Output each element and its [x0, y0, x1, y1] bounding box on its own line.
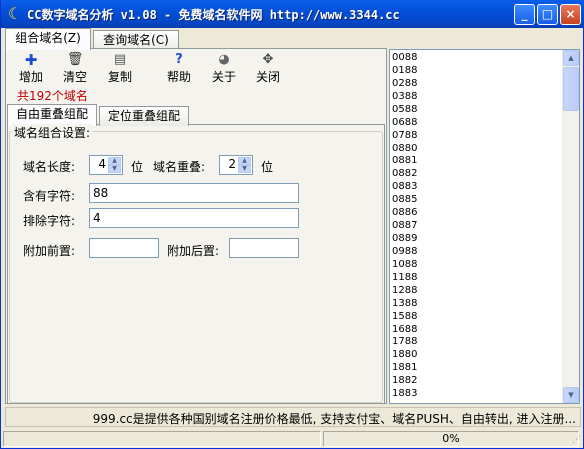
about-button-label: 关于 — [211, 70, 236, 84]
help-icon: ? — [175, 52, 183, 67]
exit-button[interactable]: ✥ 关闭 — [248, 52, 288, 85]
resize-grip-icon[interactable]: ⋰ — [569, 434, 581, 446]
list-item[interactable]: 1288 — [392, 285, 417, 297]
overlap-stepper[interactable]: 2 ▲ ▼ — [219, 155, 253, 175]
list-item[interactable]: 0880 — [392, 143, 417, 155]
progress-status: 0% — [323, 431, 579, 447]
tab-query-domains[interactable]: 查询域名(C) — [93, 30, 179, 50]
settings-group-title: 域名组合设置: — [12, 124, 93, 141]
stepper-up-icon[interactable]: ▲ — [238, 157, 251, 165]
exit-icon: ✥ — [262, 52, 274, 67]
list-item[interactable]: 0088 — [392, 52, 417, 64]
list-item[interactable]: 1388 — [392, 298, 417, 310]
list-item[interactable]: 1882 — [392, 375, 417, 387]
close-button[interactable]: × — [560, 4, 581, 25]
maximize-button[interactable]: □ — [537, 4, 558, 25]
list-item[interactable]: 0288 — [392, 78, 417, 90]
domain-listbox[interactable]: 0088 0188 0288 0388 0588 0688 0788 0880 0881 0882… — [389, 49, 580, 404]
overlap-value: 2 — [228, 157, 236, 171]
moon-icon: ☾ — [7, 4, 23, 23]
list-item[interactable]: 1588 — [392, 311, 417, 323]
list-item[interactable]: 1880 — [392, 349, 417, 361]
exclude-label: 排除字符: — [23, 214, 76, 228]
stepper-up-icon[interactable]: ▲ — [108, 157, 121, 165]
list-item[interactable]: 0886 — [392, 207, 417, 219]
about-icon: ◕ — [218, 52, 230, 67]
prefix-label: 附加前置: — [23, 244, 76, 258]
marquee-text: 999.cc是提供各种国别域名注册价格最低, 支持支付宝、域名PUSH、自由转出… — [92, 412, 576, 426]
window-title: CC数字域名分析 v1.08 - 免费域名软件网 http://www.3344… — [27, 8, 400, 22]
scroll-thumb[interactable] — [563, 67, 579, 111]
list-scrollbar[interactable]: ▲ ▼ — [562, 50, 579, 403]
tab-position-overlap[interactable]: 定位重叠组配 — [99, 106, 189, 126]
list-item[interactable]: 1881 — [392, 362, 417, 374]
document-icon: ▤ — [113, 52, 127, 67]
scroll-up-icon[interactable]: ▲ — [563, 50, 579, 66]
copy-button[interactable]: ▤ 复制 — [100, 52, 140, 85]
exit-button-label: 关闭 — [255, 70, 280, 84]
tab-combine-domains[interactable]: 组合域名(Z) — [5, 28, 91, 50]
add-button[interactable]: ✚ 增加 — [11, 52, 51, 85]
list-item[interactable]: 0883 — [392, 181, 417, 193]
overlap-label: 域名重叠: — [153, 160, 206, 174]
list-item[interactable]: 0988 — [392, 246, 417, 258]
contains-label: 含有字符: — [23, 189, 76, 203]
contains-input[interactable]: 88 — [89, 183, 299, 203]
domain-count: 共192个域名 — [17, 89, 88, 103]
suffix-label: 附加后置: — [167, 244, 220, 258]
list-item[interactable]: 0885 — [392, 194, 417, 206]
scroll-down-icon[interactable]: ▼ — [563, 387, 579, 403]
copy-button-label: 复制 — [107, 70, 132, 84]
status-cell-main — [3, 431, 321, 447]
list-item[interactable]: 1688 — [392, 324, 417, 336]
help-button-label: 帮助 — [166, 70, 191, 84]
list-item[interactable]: 0388 — [392, 91, 417, 103]
about-button[interactable]: ◕ 关于 — [204, 52, 244, 85]
list-item[interactable]: 0889 — [392, 233, 417, 245]
clear-button[interactable]: 🗑 清空 — [55, 52, 95, 85]
length-unit: 位 — [131, 160, 144, 174]
list-item[interactable]: 0188 — [392, 65, 417, 77]
add-button-label: 增加 — [18, 70, 43, 84]
title-bar[interactable]: ☾ CC数字域名分析 v1.08 - 免费域名软件网 http://www.33… — [1, 0, 584, 28]
list-item[interactable]: 1883 — [392, 388, 417, 400]
exclude-input[interactable]: 4 — [89, 208, 299, 228]
list-item[interactable]: 0881 — [392, 155, 417, 167]
list-item[interactable]: 0788 — [392, 130, 417, 142]
tab-free-overlap[interactable]: 自由重叠组配 — [7, 104, 97, 126]
list-item[interactable]: 0887 — [392, 220, 417, 232]
list-item[interactable]: 0688 — [392, 117, 417, 129]
help-button[interactable]: ? 帮助 — [159, 52, 199, 85]
list-item[interactable]: 1788 — [392, 336, 417, 348]
suffix-input[interactable] — [229, 238, 299, 258]
minimize-button[interactable]: _ — [514, 4, 535, 25]
overlap-unit: 位 — [261, 160, 274, 174]
app-window: ☾ CC数字域名分析 v1.08 - 免费域名软件网 http://www.33… — [0, 0, 584, 449]
stepper-down-icon[interactable]: ▼ — [238, 165, 251, 173]
plus-icon: ✚ — [24, 51, 38, 69]
length-label: 域名长度: — [23, 160, 76, 174]
list-item[interactable]: 1188 — [392, 272, 417, 284]
clear-button-label: 清空 — [62, 70, 87, 84]
stepper-down-icon[interactable]: ▼ — [108, 165, 121, 173]
list-item[interactable]: 1088 — [392, 259, 417, 271]
list-item[interactable]: 0882 — [392, 168, 417, 180]
trash-icon: 🗑 — [66, 52, 84, 67]
length-value: 4 — [98, 157, 106, 171]
prefix-input[interactable] — [89, 238, 159, 258]
status-bar: 0% ⋰ — [1, 429, 583, 448]
list-item[interactable]: 0588 — [392, 104, 417, 116]
length-stepper[interactable]: 4 ▲ ▼ — [89, 155, 123, 175]
ad-marquee[interactable]: 999.cc是提供各种国别域名注册价格最低, 支持支付宝、域名PUSH、自由转出… — [5, 407, 581, 427]
